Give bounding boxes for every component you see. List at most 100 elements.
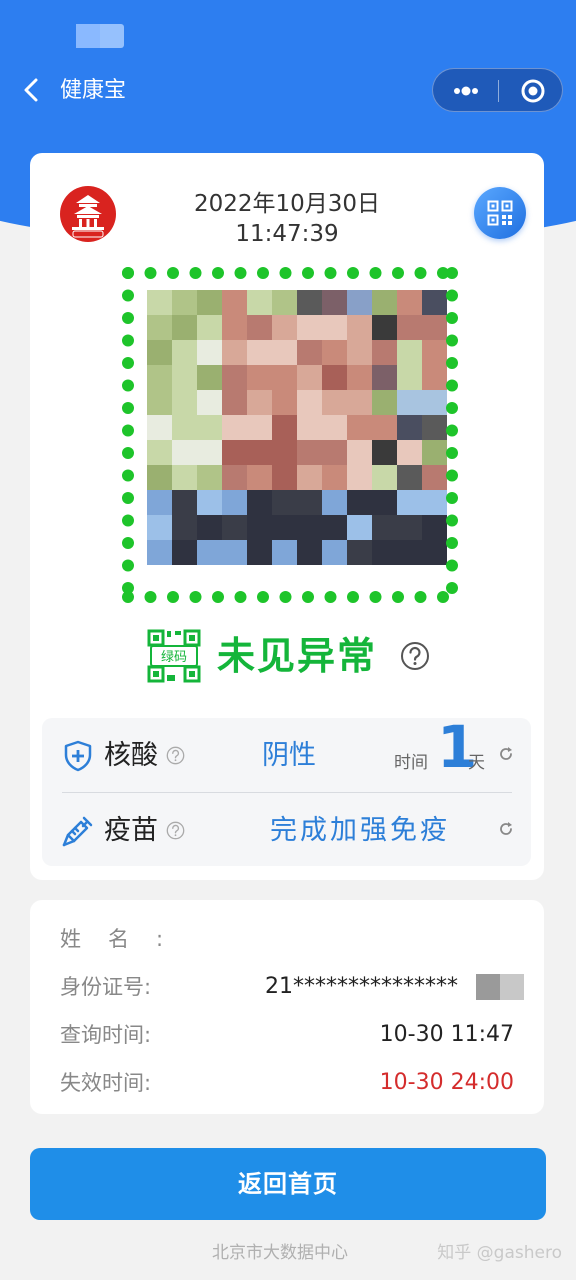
photo-mosaic-tile <box>347 515 372 540</box>
photo-mosaic-tile <box>247 290 272 315</box>
vaccine-row[interactable]: 疫苗 完成加强免疫 <box>42 793 531 867</box>
photo-mosaic-tile <box>197 315 222 340</box>
photo-mosaic-tile <box>397 540 422 565</box>
green-border-dot <box>446 469 458 482</box>
photo-mosaic-tile <box>222 465 247 490</box>
photo-mosaic-tile <box>197 290 222 315</box>
photo-mosaic-tile <box>422 365 447 390</box>
green-border-dot <box>122 469 134 482</box>
green-border-dot <box>167 267 179 279</box>
green-border-dot <box>324 591 337 603</box>
photo-mosaic-tile <box>272 540 297 565</box>
back-home-button[interactable]: 返回首页 <box>30 1148 546 1220</box>
help-icon[interactable] <box>166 746 185 765</box>
qr-code-button[interactable] <box>474 187 526 239</box>
photo-mosaic-tile <box>272 390 297 415</box>
photo-mosaic-tile <box>147 490 172 515</box>
photo-mosaic-tile <box>197 365 222 390</box>
nucleic-row[interactable]: 核酸 阴性 时间 1 天 <box>42 714 531 792</box>
photo-mosaic-tile <box>222 290 247 315</box>
green-border-dot <box>446 289 458 302</box>
photo-mosaic-tile <box>297 315 322 340</box>
green-border-dot <box>122 357 134 369</box>
test-vaccine-panel: 核酸 阴性 时间 1 天 疫苗 完成加强免疫 <box>42 714 531 867</box>
photo-mosaic-tile <box>222 540 247 565</box>
photo-mosaic-tile <box>372 365 397 390</box>
green-border-dot <box>446 402 458 414</box>
photo-mosaic-tile <box>147 540 172 565</box>
green-border-dot <box>144 267 157 279</box>
photo-mosaic-tile <box>147 290 172 315</box>
help-icon[interactable] <box>400 641 430 671</box>
green-border-dot <box>446 492 458 504</box>
green-border-dot <box>446 357 458 369</box>
green-border-dot <box>212 591 224 603</box>
expire-time-row: 失效时间: 10-30 24:00 <box>30 1064 544 1104</box>
green-border-dot <box>437 591 449 603</box>
photo-mosaic-tile <box>222 415 247 440</box>
photo-mosaic-tile <box>172 290 197 315</box>
expire-time-value: 10-30 24:00 <box>379 1070 514 1095</box>
photo-mosaic-tile <box>347 390 372 415</box>
green-border-dot <box>234 591 247 603</box>
photo-mosaic-tile <box>272 415 297 440</box>
photo-mosaic-tile <box>347 465 372 490</box>
photo-mosaic-tile <box>147 340 172 365</box>
photo-mosaic-tile <box>347 415 372 440</box>
green-border-dot <box>446 334 458 347</box>
photo-mosaic-tile <box>297 490 322 515</box>
photo-mosaic-tile <box>422 415 447 440</box>
qr-code-icon <box>487 200 513 226</box>
green-border-dot <box>347 267 359 279</box>
photo-mosaic-tile <box>147 515 172 540</box>
photo-mosaic-tile <box>147 315 172 340</box>
green-border-dot <box>122 289 134 302</box>
photo-mosaic-tile <box>397 440 422 465</box>
photo-mosaic-tile <box>197 540 222 565</box>
photo-mosaic-tile <box>347 340 372 365</box>
green-border-dot <box>279 591 292 603</box>
photo-mosaic-tile <box>197 465 222 490</box>
shield-plus-icon <box>64 740 92 772</box>
green-border-dot <box>446 312 458 324</box>
green-border-dot <box>369 591 382 603</box>
photo-mosaic-tile <box>322 290 347 315</box>
photo-mosaic-tile <box>172 440 197 465</box>
photo-mosaic-tile <box>422 290 447 315</box>
photo-mosaic-tile <box>147 440 172 465</box>
photo-mosaic-tile <box>197 515 222 540</box>
code-badge-label: 绿码 <box>161 650 187 665</box>
photo-frame <box>120 265 460 605</box>
refresh-icon[interactable] <box>498 746 514 762</box>
health-code-card: 2022年10月30日 11:47:39 绿码 未见异常 核酸 阴性 时间 1 … <box>30 153 544 880</box>
green-border-dot <box>122 537 134 549</box>
time-unit: 天 <box>468 753 485 773</box>
green-border-dot <box>446 379 458 392</box>
photo-mosaic-tile <box>422 515 447 540</box>
query-time-value: 10-30 11:47 <box>379 1022 514 1047</box>
photo-mosaic-tile <box>397 465 422 490</box>
photo-mosaic-tile <box>397 415 422 440</box>
refresh-icon[interactable] <box>498 821 514 837</box>
photo-mosaic-tile <box>347 290 372 315</box>
photo-mosaic-tile <box>147 365 172 390</box>
photo-mosaic-tile <box>222 365 247 390</box>
green-border-dot <box>302 591 314 603</box>
green-border-dot <box>122 312 134 324</box>
photo-mosaic-tile <box>197 440 222 465</box>
more-dots-icon[interactable] <box>449 81 483 101</box>
green-border-dot <box>189 591 202 603</box>
help-icon[interactable] <box>166 821 185 840</box>
target-circle-icon[interactable] <box>520 78 546 104</box>
photo-mosaic-tile <box>172 540 197 565</box>
photo-mosaic-tile <box>247 415 272 440</box>
photo-mosaic-tile <box>147 390 172 415</box>
capsule-divider <box>498 80 499 102</box>
green-border-dot <box>122 492 134 504</box>
chevron-left-icon[interactable] <box>18 76 46 104</box>
photo-mosaic-tile <box>347 490 372 515</box>
photo-mosaic-tile <box>172 415 197 440</box>
green-border-dot <box>122 424 134 437</box>
photo-mosaic-tile <box>397 340 422 365</box>
photo-mosaic-tile <box>197 340 222 365</box>
